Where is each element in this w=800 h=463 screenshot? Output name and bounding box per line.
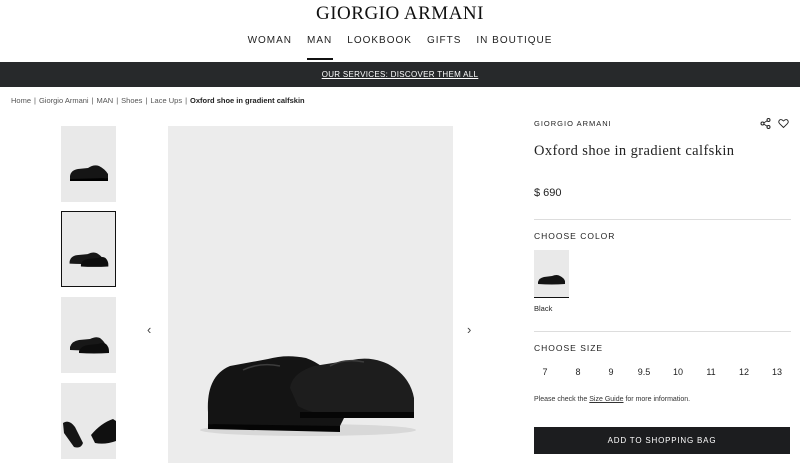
breadcrumb-current: Oxford shoe in gradient calfskin <box>190 96 305 105</box>
size-note-text: Please check the <box>534 396 588 403</box>
oxford-shoes-image <box>200 356 416 436</box>
size-option-10[interactable]: 10 <box>666 367 690 377</box>
main-product-image <box>168 126 453 463</box>
selected-color-label: Black <box>534 304 553 313</box>
breadcrumb: Home | Giorgio Armani | MAN | Shoes | La… <box>11 96 305 105</box>
size-option-7[interactable]: 7 <box>533 367 557 377</box>
brand-logo[interactable]: GIORGIO ARMANI <box>0 3 800 25</box>
size-option-12[interactable]: 12 <box>732 367 756 377</box>
divider <box>534 219 791 220</box>
shoe-side-image <box>70 165 108 181</box>
nav-in-boutique[interactable]: IN BOUTIQUE <box>469 35 560 60</box>
chevron-left-icon[interactable]: ‹ <box>147 322 151 337</box>
shoe-pair-angle-image <box>70 337 109 354</box>
thumbnail-3[interactable] <box>61 297 116 373</box>
breadcrumb-giorgio-armani[interactable]: Giorgio Armani <box>39 96 89 105</box>
chevron-right-icon[interactable]: › <box>467 322 471 337</box>
thumbnail-2[interactable] <box>61 211 116 287</box>
size-guide-note: Please check the Size Guide for more inf… <box>534 396 690 403</box>
main-nav: WOMAN MAN LOOKBOOK GIFTS IN BOUTIQUE <box>0 35 800 60</box>
choose-size-label: CHOOSE SIZE <box>534 343 604 353</box>
product-price: $ 690 <box>534 187 562 199</box>
add-to-bag-button[interactable]: ADD TO SHOPPING BAG <box>534 427 790 454</box>
thumbnail-1[interactable] <box>61 126 116 202</box>
size-option-9-5[interactable]: 9.5 <box>632 367 656 377</box>
shoe-pair-image <box>69 252 109 267</box>
size-option-11[interactable]: 11 <box>699 367 723 377</box>
product-actions <box>760 116 789 134</box>
services-banner: OUR SERVICES: DISCOVER THEM ALL <box>0 62 800 87</box>
breadcrumb-separator: | <box>185 96 188 105</box>
nav-man[interactable]: MAN <box>300 35 340 60</box>
thumbnail-4[interactable] <box>61 383 116 459</box>
size-option-13[interactable]: 13 <box>765 367 789 377</box>
breadcrumb-separator: | <box>91 96 94 105</box>
site-header: GIORGIO ARMANI WOMAN MAN LOOKBOOK GIFTS … <box>0 0 800 62</box>
shoe-sole-image <box>63 419 116 448</box>
size-option-8[interactable]: 8 <box>566 367 590 377</box>
breadcrumb-separator: | <box>34 96 36 105</box>
breadcrumb-man[interactable]: MAN <box>97 96 114 105</box>
share-icon[interactable] <box>760 116 771 134</box>
heart-icon[interactable] <box>778 116 789 134</box>
breadcrumb-shoes[interactable]: Shoes <box>121 96 142 105</box>
breadcrumb-separator: | <box>145 96 148 105</box>
divider <box>534 331 791 332</box>
nav-gifts[interactable]: GIFTS <box>419 35 468 60</box>
breadcrumb-lace-ups[interactable]: Lace Ups <box>150 96 182 105</box>
size-guide-link[interactable]: Size Guide <box>589 396 623 403</box>
breadcrumb-separator: | <box>116 96 119 105</box>
services-link[interactable]: OUR SERVICES: DISCOVER THEM ALL <box>322 70 479 79</box>
nav-woman[interactable]: WOMAN <box>240 35 299 60</box>
size-note-text: for more information. <box>625 396 691 403</box>
shoe-swatch-image <box>538 275 565 285</box>
product-title: Oxford shoe in gradient calfskin <box>534 143 735 159</box>
breadcrumb-home[interactable]: Home <box>11 96 31 105</box>
size-option-9[interactable]: 9 <box>599 367 623 377</box>
choose-color-label: CHOOSE COLOR <box>534 231 616 241</box>
product-brand: GIORGIO ARMANI <box>534 119 612 128</box>
color-swatch-black[interactable] <box>534 250 569 298</box>
nav-lookbook[interactable]: LOOKBOOK <box>340 35 420 60</box>
